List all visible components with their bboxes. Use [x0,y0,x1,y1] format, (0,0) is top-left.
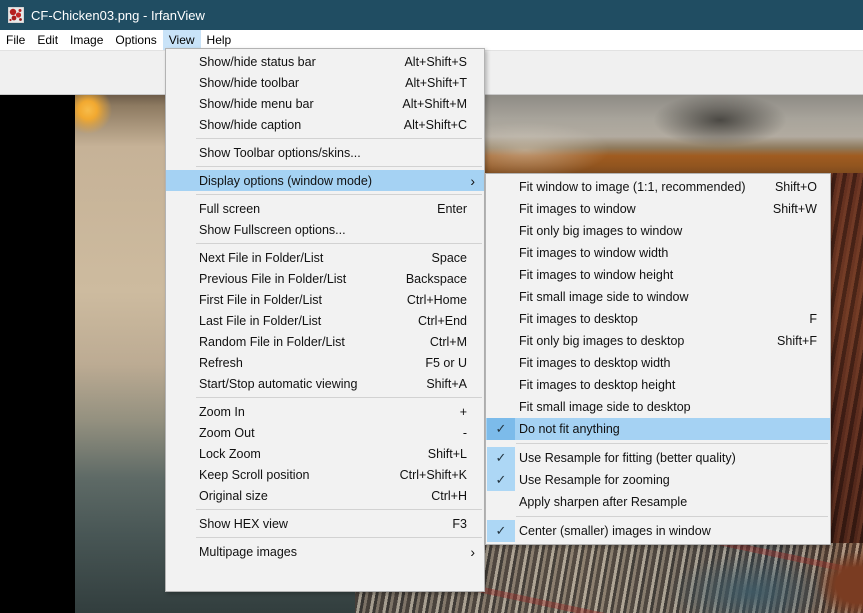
checked-gutter: ✓ [487,418,515,440]
menu-item-zoom-out[interactable]: Zoom Out- [166,422,484,443]
menu-item-display-options-window-mode[interactable]: Display options (window mode)› [166,170,484,191]
menu-separator [196,166,482,167]
menu-separator [196,243,482,244]
submenu-arrow-icon: › [470,545,484,559]
submenu-item-fit-window-to-image[interactable]: Fit window to image (1:1, recommended)Sh… [486,176,830,198]
submenu-item-do-not-fit-anything[interactable]: ✓Do not fit anything [486,418,830,440]
checked-gutter: ✓ [487,520,515,542]
submenu-item-use-resample-for-zooming[interactable]: ✓Use Resample for zooming [486,469,830,491]
menu-item-show-toolbar-options-skins[interactable]: Show Toolbar options/skins... [166,142,484,163]
check-icon: ✓ [496,421,507,437]
display-options-submenu: Fit window to image (1:1, recommended)Sh… [485,173,831,545]
menu-separator [196,537,482,538]
menu-item-show-hide-status-bar[interactable]: Show/hide status barAlt+Shift+S [166,51,484,72]
menu-separator [516,516,828,517]
window-title: CF-Chicken03.png - IrfanView [31,8,205,23]
menu-item-original-size[interactable]: Original sizeCtrl+H [166,485,484,506]
menu-item-show-hide-toolbar[interactable]: Show/hide toolbarAlt+Shift+T [166,72,484,93]
submenu-arrow-icon: › [470,174,484,188]
menu-item-next-file[interactable]: Next File in Folder/ListSpace [166,247,484,268]
menubar-item-options[interactable]: Options [109,30,162,50]
menu-item-refresh[interactable]: RefreshF5 or U [166,352,484,373]
menu-item-show-hex-view[interactable]: Show HEX viewF3 [166,513,484,534]
menu-item-show-hide-caption[interactable]: Show/hide captionAlt+Shift+C [166,114,484,135]
submenu-item-fit-images-to-desktop-width[interactable]: Fit images to desktop width [486,352,830,374]
menu-separator [516,443,828,444]
menubar-item-view[interactable]: View [163,30,201,50]
submenu-item-fit-small-image-side-to-window[interactable]: Fit small image side to window [486,286,830,308]
submenu-item-apply-sharpen-after-resample[interactable]: Apply sharpen after Resample [486,491,830,513]
menubar-item-help[interactable]: Help [201,30,238,50]
menu-item-show-hide-menu-bar[interactable]: Show/hide menu barAlt+Shift+M [166,93,484,114]
photo-knit-right [830,173,863,545]
menu-separator [196,194,482,195]
check-icon: ✓ [496,450,507,466]
submenu-item-fit-images-to-window-height[interactable]: Fit images to window height [486,264,830,286]
menu-item-random-file[interactable]: Random File in Folder/ListCtrl+M [166,331,484,352]
menu-separator [196,138,482,139]
menu-item-multipage-images[interactable]: Multipage images› [166,541,484,562]
menubar-item-edit[interactable]: Edit [31,30,64,50]
irfanview-window: CF-Chicken03.png - IrfanView File Edit I… [0,0,863,613]
menu-item-lock-zoom[interactable]: Lock ZoomShift+L [166,443,484,464]
submenu-item-fit-only-big-images-to-desktop[interactable]: Fit only big images to desktopShift+F [486,330,830,352]
photo-knit-top [485,95,863,175]
submenu-item-fit-images-to-desktop[interactable]: Fit images to desktopF [486,308,830,330]
menu-item-previous-file[interactable]: Previous File in Folder/ListBackspace [166,268,484,289]
menubar-item-file[interactable]: File [0,30,31,50]
menu-item-start-stop-automatic-viewing[interactable]: Start/Stop automatic viewingShift+A [166,373,484,394]
menu-separator [196,509,482,510]
checked-gutter: ✓ [487,447,515,469]
check-icon: ✓ [496,523,507,539]
menu-item-first-file[interactable]: First File in Folder/ListCtrl+Home [166,289,484,310]
view-menu: Show/hide status barAlt+Shift+S Show/hid… [165,48,485,592]
submenu-item-fit-images-to-desktop-height[interactable]: Fit images to desktop height [486,374,830,396]
menubar-item-image[interactable]: Image [64,30,109,50]
menu-bar: File Edit Image Options View Help [0,30,863,50]
menu-separator [196,397,482,398]
menu-item-show-fullscreen-options[interactable]: Show Fullscreen options... [166,219,484,240]
check-gutter [167,51,195,72]
menu-item-zoom-in[interactable]: Zoom In+ [166,401,484,422]
submenu-item-fit-only-big-images-to-window[interactable]: Fit only big images to window [486,220,830,242]
irfanview-logo-icon [8,7,24,23]
title-bar: CF-Chicken03.png - IrfanView [0,0,863,30]
check-icon: ✓ [496,472,507,488]
submenu-item-fit-small-image-side-to-desktop[interactable]: Fit small image side to desktop [486,396,830,418]
menu-item-last-file[interactable]: Last File in Folder/ListCtrl+End [166,310,484,331]
menu-item-keep-scroll-position[interactable]: Keep Scroll positionCtrl+Shift+K [166,464,484,485]
submenu-item-fit-images-to-window-width[interactable]: Fit images to window width [486,242,830,264]
submenu-item-fit-images-to-window[interactable]: Fit images to windowShift+W [486,198,830,220]
submenu-item-center-smaller-images-in-window[interactable]: ✓Center (smaller) images in window [486,520,830,542]
menu-item-full-screen[interactable]: Full screenEnter [166,198,484,219]
checked-gutter: ✓ [487,469,515,491]
submenu-item-use-resample-for-fitting[interactable]: ✓Use Resample for fitting (better qualit… [486,447,830,469]
